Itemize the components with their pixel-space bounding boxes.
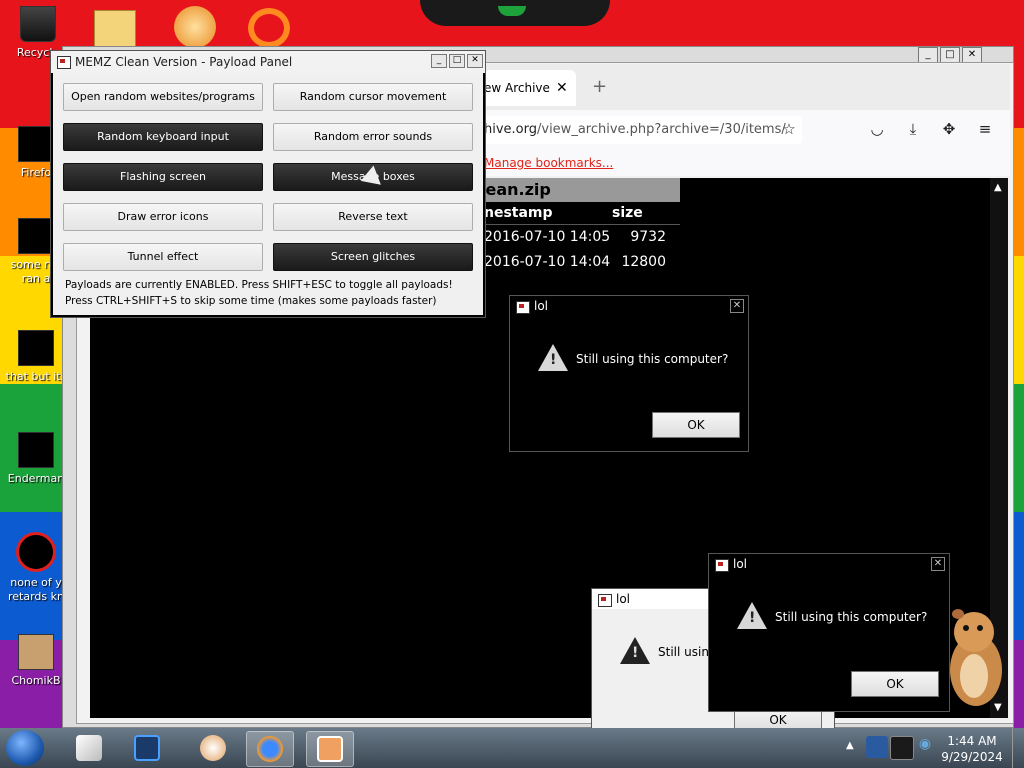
payload-reverse-text-button[interactable]: Reverse text xyxy=(273,203,473,231)
row-size: 12800 xyxy=(621,254,666,270)
archive-header-row: nestamp size xyxy=(480,202,680,225)
desktop-icon-orange-app[interactable] xyxy=(248,8,290,48)
clock-time: 1:44 AM xyxy=(947,734,997,748)
new-tab-button[interactable]: + xyxy=(592,76,607,97)
taskbar-app-notes[interactable] xyxy=(306,731,354,767)
menu-icon[interactable]: ≡ xyxy=(974,118,996,140)
firefox-icon xyxy=(257,736,283,762)
media-player-icon xyxy=(134,735,160,761)
close-icon[interactable]: ✕ xyxy=(467,54,483,68)
memz-hint-note: Press CTRL+SHIFT+S to skip some time (ma… xyxy=(65,295,437,307)
row-timestamp: 2016-07-10 14:05 xyxy=(484,229,611,245)
payload-open-websites-button[interactable]: Open random websites/programs xyxy=(63,83,263,111)
app-icon xyxy=(715,559,729,572)
payload-flashing-screen-button[interactable]: Flashing screen xyxy=(63,163,263,191)
row-size: 9732 xyxy=(630,229,666,245)
desktop-icon-folder[interactable] xyxy=(94,10,136,48)
lol-dialog: lol ✕ Still using this computer? OK xyxy=(509,295,749,452)
hamster-file-icon xyxy=(18,634,54,670)
dialog-title: lol xyxy=(616,592,631,606)
memz-titlebar[interactable]: MEMZ Clean Version - Payload Panel _ □ ✕ xyxy=(51,51,485,73)
payload-cursor-movement-button[interactable]: Random cursor movement xyxy=(273,83,473,111)
lol-dialog: lol ✕ Still using this computer? OK xyxy=(708,553,950,712)
app-icon xyxy=(598,594,612,607)
archive-listing: lean.zip nestamp size 2016-07-10 14:05 9… xyxy=(480,178,680,275)
payload-error-sounds-button[interactable]: Random error sounds xyxy=(273,123,473,151)
app-icon xyxy=(516,301,530,314)
taskbar-app-media[interactable] xyxy=(124,731,170,765)
payload-tunnel-effect-button[interactable]: Tunnel effect xyxy=(63,243,263,271)
manage-bookmarks-link[interactable]: Manage bookmarks... xyxy=(484,156,613,170)
app-icon xyxy=(57,56,71,69)
header-timestamp: nestamp xyxy=(484,205,553,221)
payload-draw-error-icons-button[interactable]: Draw error icons xyxy=(63,203,263,231)
clock-date: 9/29/2024 xyxy=(941,750,1003,764)
minimize-icon[interactable]: _ xyxy=(431,54,447,68)
dialog-title: lol xyxy=(733,557,748,571)
notes-icon xyxy=(317,736,343,762)
bookmark-star-icon[interactable]: ☆ xyxy=(778,118,800,140)
tab-label: ew Archive xyxy=(484,81,550,95)
payload-keyboard-input-button[interactable]: Random keyboard input xyxy=(63,123,263,151)
dialog-message: Still using this computer? xyxy=(576,352,729,366)
scroll-up-icon[interactable]: ▲ xyxy=(994,182,1002,193)
file-icon xyxy=(18,330,54,366)
desktop-icon-round-app[interactable] xyxy=(174,6,216,48)
memz-status-note: Payloads are currently ENABLED. Press SH… xyxy=(65,279,453,291)
downloads-icon[interactable]: ⤓ xyxy=(902,118,924,140)
file-icon xyxy=(18,218,54,254)
ok-button[interactable]: OK xyxy=(652,412,740,438)
table-row: 2016-07-10 14:04 12800 xyxy=(480,250,680,275)
system-clock[interactable]: 1:44 AM 9/29/2024 xyxy=(940,733,1004,765)
ok-button[interactable]: OK xyxy=(851,671,939,697)
taskbar-app-firefox[interactable] xyxy=(246,731,294,767)
taskbar-app-cube[interactable] xyxy=(66,731,112,765)
file-icon xyxy=(16,532,56,572)
show-desktop-button[interactable] xyxy=(1012,728,1024,768)
row-timestamp: 2016-07-10 14:04 xyxy=(484,254,611,270)
browser-tab[interactable]: ew Archive ✕ xyxy=(484,70,576,106)
taskbar-app-round[interactable] xyxy=(190,731,236,765)
dialog-message: Still using this computer? xyxy=(775,610,928,624)
warning-icon xyxy=(538,344,568,371)
archive-title: lean.zip xyxy=(480,178,680,202)
warning-icon xyxy=(620,637,650,664)
extensions-icon[interactable]: ✥ xyxy=(938,118,960,140)
memz-body: Open random websites/programs Random cur… xyxy=(53,73,483,315)
close-icon[interactable]: ✕ xyxy=(730,299,744,313)
header-size: size xyxy=(612,205,643,221)
url-path: /view_archive.php?archive=/30/items/ xyxy=(537,122,786,137)
dialog-title: lol xyxy=(534,299,549,313)
close-icon[interactable]: ✕ xyxy=(931,557,945,571)
maximize-icon[interactable]: □ xyxy=(449,54,465,68)
network-icon[interactable] xyxy=(866,736,888,758)
firefox-icon xyxy=(18,126,54,162)
hamster-image xyxy=(950,609,1002,706)
memz-title: MEMZ Clean Version - Payload Panel xyxy=(75,55,293,69)
cube-icon xyxy=(76,735,102,761)
dialog-titlebar[interactable]: lol ✕ xyxy=(709,554,949,574)
start-button[interactable] xyxy=(6,730,44,766)
url-host: hive.org xyxy=(484,122,537,137)
payload-screen-glitches-button[interactable]: Screen glitches xyxy=(273,243,473,271)
archive-filename: lean.zip xyxy=(480,180,551,199)
table-row: 2016-07-10 14:05 9732 xyxy=(480,225,680,250)
file-icon xyxy=(18,432,54,468)
tray-expand-icon[interactable]: ▲ xyxy=(846,740,854,751)
display-icon[interactable] xyxy=(890,736,914,760)
recycle-bin-icon xyxy=(20,6,56,42)
dialog-titlebar[interactable]: lol ✕ xyxy=(510,296,748,316)
tab-close-icon[interactable]: ✕ xyxy=(556,70,568,106)
pocket-icon[interactable]: ◡ xyxy=(866,118,888,140)
round-app-icon xyxy=(200,735,226,761)
memz-payload-panel: MEMZ Clean Version - Payload Panel _ □ ✕… xyxy=(50,50,486,318)
warning-icon xyxy=(737,602,767,629)
volume-icon[interactable]: ◉ xyxy=(914,736,936,758)
url-bar[interactable]: hive.org/view_archive.php?archive=/30/it… xyxy=(484,116,802,144)
